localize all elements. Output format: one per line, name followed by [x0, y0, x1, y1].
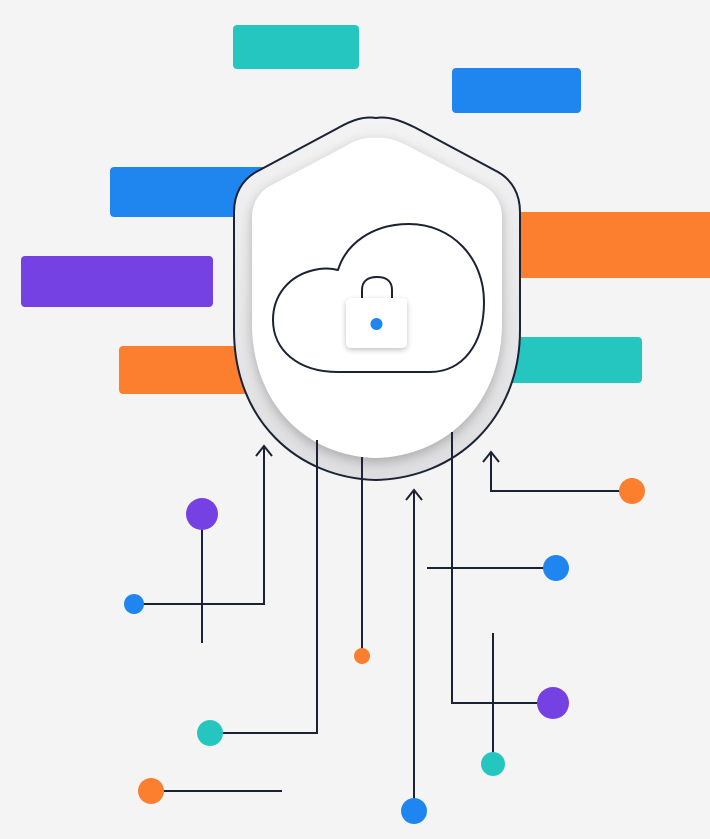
circuit-lines [134, 432, 632, 811]
node-purple-left [186, 498, 218, 530]
circuit-and-shield-graphic [124, 116, 645, 824]
node-teal-right [481, 752, 505, 776]
node-purple-right [537, 687, 569, 719]
node-orange-small [354, 648, 370, 664]
node-orange-right-top [619, 478, 645, 504]
node-orange-bottom-left [138, 778, 164, 804]
cloud-security-illustration [0, 0, 710, 839]
circuit-nodes [124, 478, 645, 824]
node-blue-right [543, 555, 569, 581]
node-blue-bottom [401, 798, 427, 824]
node-blue-left [124, 594, 144, 614]
node-teal-left [197, 720, 223, 746]
